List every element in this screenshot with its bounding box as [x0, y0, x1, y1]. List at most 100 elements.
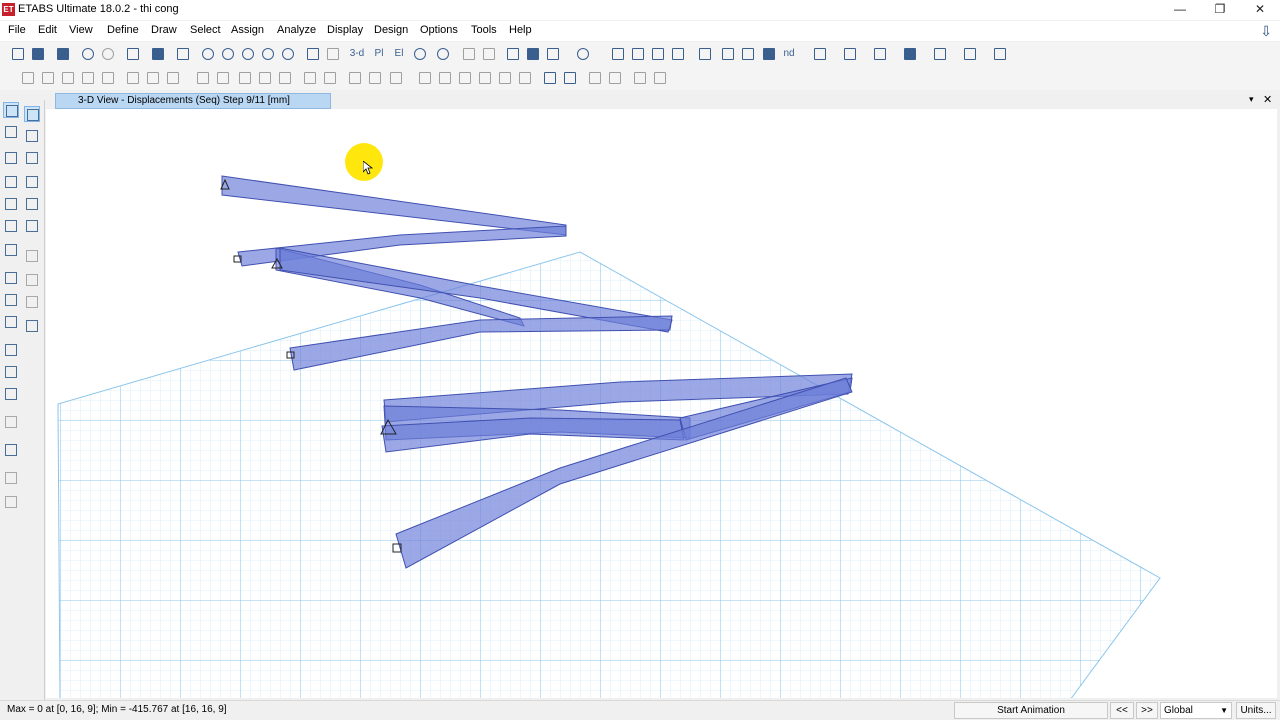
zoom-window-icon[interactable] — [200, 46, 216, 62]
draw-area-icon[interactable] — [3, 174, 19, 190]
draw-column-icon[interactable] — [60, 70, 76, 86]
pen-color-icon[interactable] — [992, 46, 1008, 62]
select-intersecting-icon[interactable] — [24, 318, 40, 334]
measure-icon[interactable] — [325, 46, 341, 62]
open-icon[interactable] — [30, 46, 46, 62]
elevation-view-button[interactable]: El — [389, 46, 409, 62]
rotate-icon[interactable] — [412, 46, 428, 62]
quick-wall-icon[interactable] — [497, 70, 513, 86]
shell-stresses-icon[interactable] — [761, 46, 777, 62]
fill-objects-icon[interactable] — [575, 46, 591, 62]
snap-intersection-icon[interactable] — [24, 174, 40, 190]
zoom-in-icon[interactable] — [260, 46, 276, 62]
quick-draw-icon[interactable] — [417, 70, 433, 86]
run-analysis-icon[interactable] — [175, 46, 191, 62]
beam-design-icon[interactable] — [812, 46, 828, 62]
draw-opening-side-icon[interactable] — [3, 292, 19, 308]
draw-dimension-side-icon[interactable] — [3, 342, 19, 358]
menu-define[interactable]: Define — [107, 24, 139, 36]
select-previous-icon[interactable] — [24, 272, 40, 288]
draw-brace-side-icon[interactable] — [3, 242, 19, 258]
model-3d-viewport[interactable] — [46, 109, 1277, 698]
draw-section-cut-icon[interactable] — [3, 314, 19, 330]
draw-section-icon[interactable] — [322, 70, 338, 86]
wall-design-icon[interactable] — [902, 46, 918, 62]
draw-grid-side-icon[interactable] — [3, 442, 19, 458]
reactions-icon[interactable] — [697, 46, 713, 62]
zoom-restore-icon[interactable] — [220, 46, 236, 62]
redo-icon[interactable] — [100, 46, 116, 62]
object-shrink-icon[interactable] — [525, 46, 541, 62]
draw-wall-icon[interactable] — [145, 70, 161, 86]
assign-pier-icon[interactable] — [562, 70, 578, 86]
snap-icon[interactable] — [24, 106, 40, 122]
forces-icon[interactable] — [720, 46, 736, 62]
draw-column-side-icon[interactable] — [3, 196, 19, 212]
menu-draw[interactable]: Draw — [151, 24, 177, 36]
draw-tendon-icon[interactable] — [215, 70, 231, 86]
previous-step-button[interactable]: << — [1110, 702, 1134, 719]
menu-file[interactable]: File — [8, 24, 26, 36]
tab-3d-view[interactable]: 3-D View - Displacements (Seq) Step 9/11… — [55, 93, 331, 109]
snap-end-icon[interactable] — [24, 128, 40, 144]
menu-assign[interactable]: Assign — [231, 24, 264, 36]
draw-design-strip-icon[interactable] — [388, 70, 404, 86]
assign-diaphragm-icon[interactable] — [542, 70, 558, 86]
save-icon[interactable] — [55, 46, 71, 62]
grid-lines-icon[interactable] — [650, 46, 666, 62]
move-up-icon[interactable] — [461, 46, 477, 62]
draw-support-icon[interactable] — [3, 470, 19, 486]
supports-icon[interactable] — [630, 46, 646, 62]
column-design-icon[interactable] — [842, 46, 858, 62]
draw-line-icon[interactable] — [3, 150, 19, 166]
minimize-button[interactable]: — — [1160, 0, 1200, 20]
next-step-button[interactable]: >> — [1136, 702, 1158, 719]
snap-perpendicular-icon[interactable] — [24, 196, 40, 212]
clear-selection-icon[interactable] — [24, 294, 40, 310]
draw-joint-icon[interactable] — [20, 70, 36, 86]
draw-dimension-icon[interactable] — [277, 70, 293, 86]
set-display-icon[interactable] — [505, 46, 521, 62]
line-style-icon[interactable] — [932, 46, 948, 62]
snap-midpoint-icon[interactable] — [24, 150, 40, 166]
quick-beam-icon[interactable] — [437, 70, 453, 86]
draw-wall-side-icon[interactable] — [3, 218, 19, 234]
menu-display[interactable]: Display — [327, 24, 363, 36]
undo-icon[interactable] — [80, 46, 96, 62]
section-cut-icon[interactable] — [962, 46, 978, 62]
menu-analyze[interactable]: Analyze — [277, 24, 316, 36]
menu-view[interactable]: View — [69, 24, 93, 36]
draw-beam-icon[interactable] — [80, 70, 96, 86]
snap-grid-icon[interactable] — [24, 218, 40, 234]
draw-reference-icon[interactable] — [347, 70, 363, 86]
assign-restraint-icon[interactable] — [607, 70, 623, 86]
draw-reference-point-icon[interactable] — [3, 364, 19, 380]
paint-icon[interactable] — [125, 46, 141, 62]
zoom-previous-icon[interactable] — [280, 46, 296, 62]
menu-help[interactable]: Help — [509, 24, 532, 36]
draw-brace-icon[interactable] — [100, 70, 116, 86]
lock-icon[interactable] — [150, 46, 166, 62]
draw-polyline-icon[interactable] — [257, 70, 273, 86]
extrude-view-icon[interactable] — [545, 46, 561, 62]
draw-grid-icon[interactable] — [302, 70, 318, 86]
assign-spandrel-icon[interactable] — [587, 70, 603, 86]
deformed-shape-icon[interactable] — [670, 46, 686, 62]
tab-list-button[interactable]: ▾ — [1249, 94, 1254, 105]
pan-icon[interactable] — [305, 46, 321, 62]
draw-curve-icon[interactable] — [3, 494, 19, 510]
pointer-icon[interactable] — [3, 102, 19, 118]
download-icon[interactable]: ⇩ — [1260, 23, 1272, 40]
reshape-icon[interactable] — [3, 124, 19, 140]
quick-column-icon[interactable] — [457, 70, 473, 86]
new-model-icon[interactable] — [10, 46, 26, 62]
draw-developed-icon[interactable] — [367, 70, 383, 86]
draw-link-icon[interactable] — [195, 70, 211, 86]
draw-rectangle-icon[interactable] — [237, 70, 253, 86]
menu-edit[interactable]: Edit — [38, 24, 57, 36]
menu-tools[interactable]: Tools — [471, 24, 497, 36]
draw-link-side-icon[interactable] — [3, 414, 19, 430]
menu-select[interactable]: Select — [190, 24, 221, 36]
menu-design[interactable]: Design — [374, 24, 408, 36]
brace-design-icon[interactable] — [872, 46, 888, 62]
